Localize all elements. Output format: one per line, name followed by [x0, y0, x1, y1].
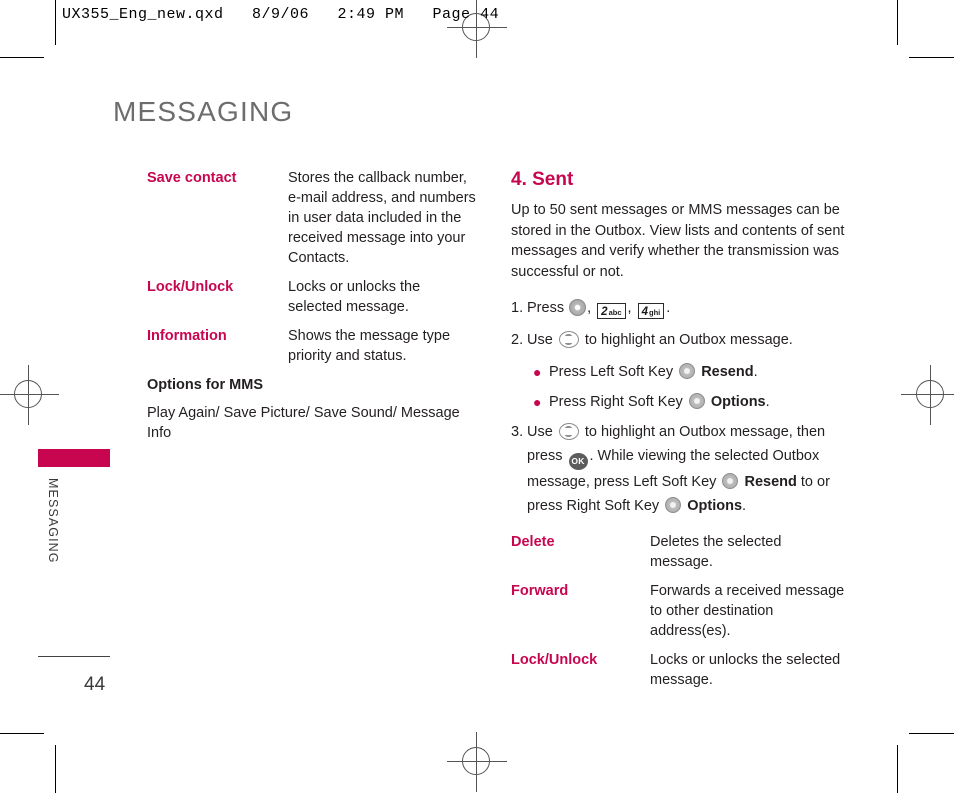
registration-hline: [0, 394, 59, 395]
bullet-1-pre: Press Left Soft Key: [549, 364, 674, 380]
definition-term: Forward: [511, 583, 569, 599]
bullet-1-post: .: [753, 364, 758, 380]
registration-vline: [476, 732, 477, 792]
options-for-mms-heading: Options for MMS: [147, 377, 263, 393]
intro-paragraph: Up to 50 sent messages or MMS messages c…: [511, 202, 845, 280]
bullet-item: ● Press Right Soft Key Options.: [533, 390, 847, 414]
chapter-tab-marker: [38, 449, 110, 467]
step-3-resend-bold: Resend: [744, 474, 797, 490]
step-2-use-label: Use: [527, 332, 553, 348]
definition-row: Forward Forwards a received message to o…: [511, 581, 847, 641]
right-soft-key-icon: [665, 497, 682, 513]
left-column: Save contact Stores the callback number,…: [147, 168, 477, 443]
step-3: 3. Use to highlight an Outbox message, t…: [511, 420, 847, 518]
registration-hline: [901, 394, 954, 395]
definition-description: Locks or unlocks the selected message.: [288, 279, 421, 315]
definition-row: Lock/Unlock Locks or unlocks the selecte…: [147, 277, 477, 317]
crop-mark-top-left-horizontal: [0, 57, 44, 58]
definition-row: Information Shows the message type prior…: [147, 326, 477, 366]
key-2-digit: 2: [601, 306, 608, 318]
registration-hline: [447, 27, 507, 28]
crop-mark-top-right-horizontal: [909, 57, 954, 58]
crop-mark-bottom-left-vertical: [55, 745, 56, 793]
crop-mark-top-left-vertical: [55, 0, 56, 45]
step-3-use-label: Use: [527, 424, 553, 440]
section-heading-sent: 4. Sent: [511, 169, 574, 190]
navigation-key-icon: [558, 423, 579, 440]
menu-key-icon: [569, 299, 587, 316]
right-soft-key-icon: [688, 393, 705, 409]
definition-row: Lock/Unlock Locks or unlocks the selecte…: [511, 650, 847, 690]
registration-mark-left: [0, 365, 59, 425]
definition-term: Information: [147, 328, 227, 344]
bullet-item: ● Press Left Soft Key Resend.: [533, 360, 847, 384]
registration-vline: [930, 365, 931, 425]
key-2abc-icon: 2abc: [597, 303, 626, 319]
registration-mark-bottom: [447, 732, 507, 792]
navigation-key-icon: [558, 331, 579, 348]
comma-1: ,: [587, 300, 592, 316]
definition-description: Deletes the selected message.: [650, 534, 782, 570]
definition-description: Stores the callback number, e-mail addre…: [288, 170, 476, 266]
bullet-dot-icon: ●: [533, 394, 542, 410]
page-number-rule: [38, 656, 110, 657]
step-3-part-g: .: [742, 498, 747, 514]
crop-mark-bottom-right-horizontal: [909, 733, 954, 734]
definition-term: Save contact: [147, 170, 237, 186]
bullet-dot-icon: ●: [533, 364, 542, 380]
registration-mark-right: [901, 365, 954, 425]
step-1-press-label: Press: [527, 300, 565, 316]
right-column: 4. Sent Up to 50 sent messages or MMS me…: [511, 168, 847, 699]
bullet-text: Press Left Soft Key Resend.: [549, 360, 847, 384]
crop-mark-top-right-vertical: [897, 0, 898, 45]
ok-key-icon: OK: [568, 453, 588, 470]
registration-vline: [28, 365, 29, 425]
step-3-options-bold: Options: [687, 498, 743, 514]
key-4ghi-icon: 4ghi: [637, 303, 665, 319]
page-number: 44: [84, 674, 106, 695]
bullet-text: Press Right Soft Key Options.: [549, 390, 847, 414]
comma-2: ,: [627, 300, 632, 316]
print-file-header: UX355_Eng_new.qxd 8/9/06 2:49 PM Page 44: [62, 6, 500, 23]
bullet-2-pre: Press Right Soft Key: [549, 394, 683, 410]
chapter-vertical-title: MESSAGING: [46, 478, 60, 564]
step-number: 2.: [511, 332, 524, 348]
crop-mark-bottom-left-horizontal: [0, 733, 44, 734]
key-4-digit: 4: [641, 306, 648, 318]
definition-term: Lock/Unlock: [147, 279, 234, 295]
step-text: Use to highlight an Outbox message.: [527, 328, 847, 352]
definition-row: Save contact Stores the callback number,…: [147, 168, 477, 268]
step-1: 1. Press , 2abc, 4ghi.: [511, 296, 847, 320]
definition-term: Delete: [511, 534, 555, 550]
left-soft-key-icon: [679, 363, 696, 379]
bullet-2-bold: Options: [710, 394, 766, 410]
left-soft-key-icon: [722, 473, 739, 489]
step-text: Press , 2abc, 4ghi.: [527, 296, 847, 320]
step-text: Use to highlight an Outbox message, then…: [527, 420, 847, 518]
step-2-tail: to highlight an Outbox message.: [584, 332, 793, 348]
definition-row: Delete Deletes the selected message.: [511, 532, 847, 572]
bullet-2-post: .: [765, 394, 770, 410]
period-1: .: [666, 300, 671, 316]
key-4-letters: ghi: [648, 308, 661, 317]
options-for-mms-list: Play Again/ Save Picture/ Save Sound/ Me…: [147, 405, 460, 441]
definition-description: Locks or unlocks the selected message.: [650, 652, 841, 688]
crop-mark-bottom-right-vertical: [897, 745, 898, 793]
bullet-1-bold: Resend: [701, 364, 754, 380]
definition-description: Shows the message type priority and stat…: [288, 328, 451, 364]
registration-hline: [447, 761, 507, 762]
definition-description: Forwards a received message to other des…: [650, 583, 845, 639]
page-title: MESSAGING: [113, 96, 294, 127]
step-number: 1.: [511, 300, 524, 316]
step-number: 3.: [511, 424, 524, 440]
key-2-letters: abc: [608, 308, 622, 317]
definition-term: Lock/Unlock: [511, 652, 598, 668]
step-2: 2. Use to highlight an Outbox message.: [511, 328, 847, 352]
